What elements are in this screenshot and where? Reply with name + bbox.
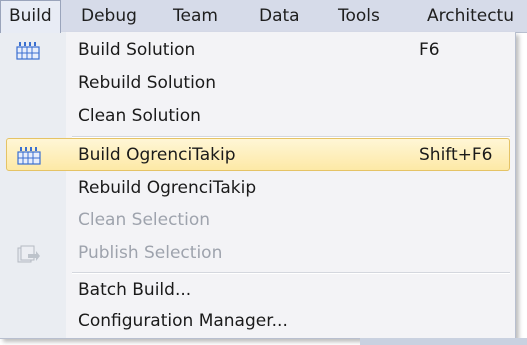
build-dropdown-menu: Build Solution F6 Rebuild Solution Clean… bbox=[0, 32, 516, 339]
menu-item-label: Rebuild OgrenciTakip bbox=[78, 178, 257, 198]
menu-item-label: Build Solution bbox=[78, 40, 196, 60]
menu-bar: Build Debug Team Data Tools Architectu bbox=[0, 0, 527, 33]
menu-item-label: Configuration Manager... bbox=[78, 311, 288, 331]
menu-separator bbox=[72, 272, 510, 274]
build-grid-icon bbox=[16, 41, 40, 61]
background-window-strip bbox=[360, 338, 527, 345]
menu-item-publish-selection: Publish Selection bbox=[6, 237, 510, 270]
build-grid-icon bbox=[17, 146, 41, 166]
menu-item-build-project[interactable]: Build OgrenciTakip Shift+F6 bbox=[6, 138, 510, 171]
menu-item-label: Clean Selection bbox=[78, 210, 210, 230]
menu-tools[interactable]: Tools bbox=[330, 0, 388, 32]
menu-item-shortcut: F6 bbox=[419, 40, 440, 60]
menu-item-configuration-manager[interactable]: Configuration Manager... bbox=[6, 305, 510, 338]
menu-item-rebuild-solution[interactable]: Rebuild Solution bbox=[6, 67, 510, 100]
menu-item-shortcut: Shift+F6 bbox=[419, 145, 493, 165]
menu-debug[interactable]: Debug bbox=[73, 0, 145, 32]
menu-item-label: Clean Solution bbox=[78, 106, 201, 126]
menu-item-label: Batch Build... bbox=[78, 280, 192, 300]
publish-icon bbox=[16, 244, 40, 264]
menu-item-rebuild-project[interactable]: Rebuild OgrenciTakip bbox=[6, 172, 510, 205]
menu-data[interactable]: Data bbox=[251, 0, 308, 32]
menu-item-label: Build OgrenciTakip bbox=[78, 145, 236, 165]
menu-separator bbox=[72, 136, 510, 138]
menu-build[interactable]: Build bbox=[0, 0, 61, 33]
menu-item-batch-build[interactable]: Batch Build... bbox=[6, 274, 510, 307]
menu-item-label: Publish Selection bbox=[78, 243, 223, 263]
menu-item-clean-selection: Clean Selection bbox=[6, 204, 510, 237]
menu-architecture[interactable]: Architectu bbox=[419, 0, 522, 32]
menu-item-label: Rebuild Solution bbox=[78, 73, 216, 93]
menu-team[interactable]: Team bbox=[165, 0, 226, 32]
menu-item-clean-solution[interactable]: Clean Solution bbox=[6, 100, 510, 133]
menu-item-build-solution[interactable]: Build Solution F6 bbox=[6, 34, 510, 67]
